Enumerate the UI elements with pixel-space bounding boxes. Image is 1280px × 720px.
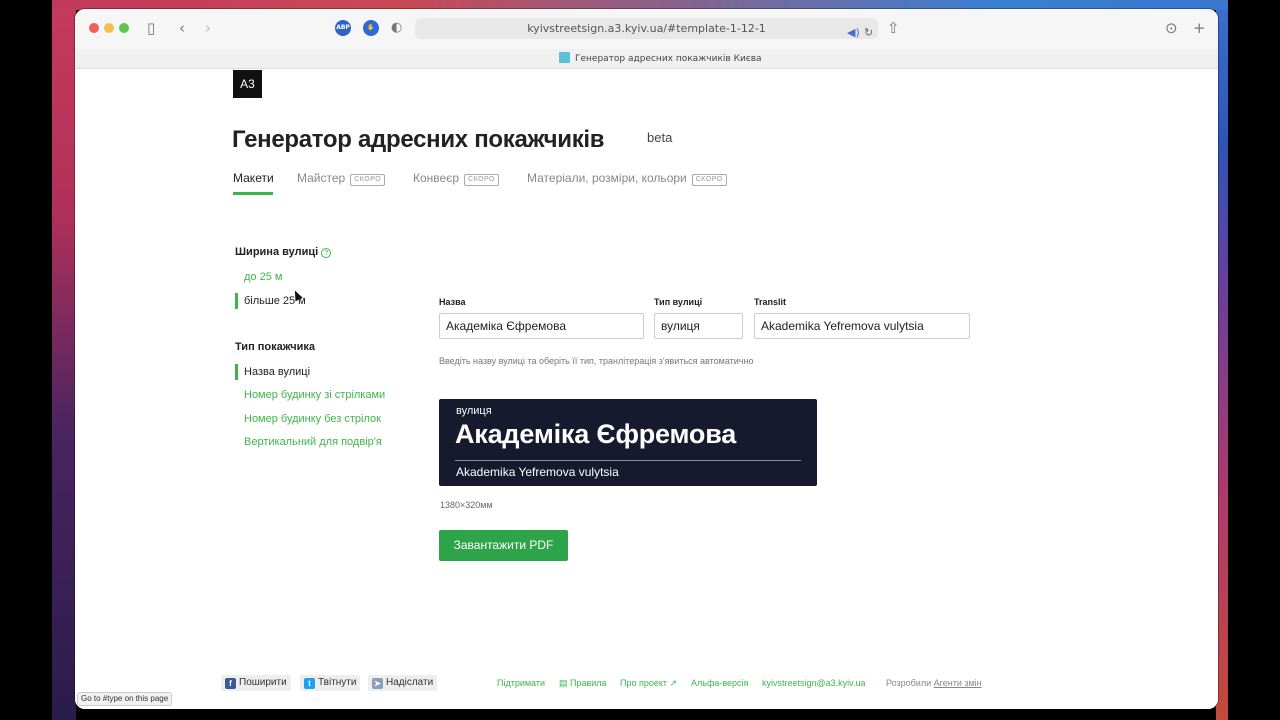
active-tab[interactable]: Генератор адресних покажчиків Києва	[559, 52, 762, 66]
browser-window: ▯ ‹ › ABP ✋ ◐ kyivstreetsign.a3.kyiv.ua/…	[75, 9, 1218, 709]
desktop: ▯ ‹ › ABP ✋ ◐ kyivstreetsign.a3.kyiv.ua/…	[0, 0, 1280, 720]
share-twitter-button[interactable]: t Твітнути	[300, 675, 361, 691]
tab-bar: Генератор адресних покажчиків Києва	[75, 49, 1218, 69]
type-option-vertical-yard[interactable]: Вертикальний для подвір'я	[244, 436, 382, 448]
footer-credits: Розробили Агенти змін	[886, 678, 982, 688]
share-icon[interactable]: ⇧	[887, 20, 900, 36]
status-bar: Go to #type on this page	[77, 692, 173, 706]
link-label: Правила	[570, 678, 607, 688]
tab-pipeline[interactable]: Конвеєр СКОРО	[413, 171, 499, 186]
street-type-input[interactable]: вулиця	[654, 313, 743, 339]
sign-preview: вулиця Академіка Єфремова Akademika Yefr…	[439, 399, 817, 486]
tab-label: Матеріали, розміри, кольори	[527, 171, 687, 185]
audio-icon[interactable]: ◀)	[847, 22, 860, 43]
sign-divider	[455, 460, 801, 461]
sign-translit: Akademika Yefremova vulytsia	[456, 465, 619, 479]
share-facebook-button[interactable]: f Поширити	[221, 675, 291, 691]
downloads-icon[interactable]: ⊙	[1165, 20, 1178, 36]
type-option-number-arrows[interactable]: Номер будинку зі стрілками	[244, 389, 385, 401]
page-title: Генератор адресних покажчиків	[232, 126, 605, 153]
soon-badge: СКОРО	[691, 174, 727, 186]
active-tab-underline	[233, 192, 273, 195]
street-width-heading: Ширина вулиці?	[235, 246, 332, 258]
tab-label: Конвеєр	[413, 171, 460, 185]
width-option-under-25[interactable]: до 25 м	[244, 271, 282, 283]
share-label: Надіслати	[386, 677, 434, 688]
beta-badge: beta	[647, 130, 673, 145]
tab-label: Макети	[233, 171, 274, 185]
fullscreen-window-button[interactable]	[119, 23, 129, 33]
telegram-icon: ➤	[372, 678, 383, 689]
tab-title: Генератор адресних покажчиків Києва	[575, 54, 762, 64]
favicon-icon	[559, 52, 570, 63]
type-option-number-no-arrows[interactable]: Номер будинку без стрілок	[244, 413, 381, 425]
tab-materials[interactable]: Матеріали, розміри, кольори СКОРО	[527, 171, 727, 186]
help-icon[interactable]: ?	[321, 248, 332, 258]
web-page: A3 Генератор адресних покажчиків beta Ма…	[75, 69, 1218, 709]
name-label: Назва	[439, 297, 466, 307]
sign-type-heading: Тип покажчика	[235, 341, 316, 353]
a3-logo[interactable]: A3	[233, 70, 262, 98]
type-option-street-name[interactable]: Назва вулиці	[244, 366, 310, 378]
new-tab-icon[interactable]: +	[1193, 20, 1206, 36]
share-telegram-button[interactable]: ➤ Надіслати	[368, 675, 438, 691]
selected-indicator	[235, 293, 238, 309]
back-icon[interactable]: ‹	[179, 20, 185, 36]
download-pdf-button[interactable]: Завантажити PDF	[439, 530, 568, 561]
footer-link-support[interactable]: Підтримати	[497, 678, 545, 688]
footer-link-email[interactable]: kyivstreetsign@a3.kyiv.ua	[762, 678, 866, 688]
pdf-icon: ▤	[559, 678, 571, 688]
blocker-extension-icon[interactable]: ✋	[363, 20, 379, 36]
privacy-shield-icon[interactable]: ◐	[391, 20, 402, 36]
adblock-extension-icon[interactable]: ABP	[335, 20, 351, 36]
heading-text: Ширина вулиці	[235, 246, 319, 258]
twitter-icon: t	[304, 678, 315, 689]
url-text: kyivstreetsign.a3.kyiv.ua/#template-1-12…	[527, 22, 766, 35]
sign-street-name: Академіка Єфремова	[455, 419, 737, 449]
tab-templates[interactable]: Макети	[233, 171, 274, 185]
footer-link-rules[interactable]: ▤ Правила	[559, 678, 607, 689]
reload-icon[interactable]: ↻	[864, 22, 873, 43]
sign-street-type: вулиця	[456, 405, 492, 417]
facebook-icon: f	[225, 678, 236, 689]
street-type-label: Тип вулиці	[654, 297, 703, 307]
soon-badge: СКОРО	[350, 174, 386, 186]
address-bar[interactable]: kyivstreetsign.a3.kyiv.ua/#template-1-12…	[415, 18, 878, 39]
forward-icon[interactable]: ›	[205, 20, 211, 36]
share-label: Твітнути	[318, 677, 357, 688]
share-label: Поширити	[239, 677, 287, 688]
form-hint: Введіть назву вулиці та оберіть її тип, …	[439, 356, 754, 366]
street-name-input[interactable]: Академіка Єфремова	[439, 313, 644, 339]
soon-badge: СКОРО	[464, 174, 499, 186]
browser-toolbar: ▯ ‹ › ABP ✋ ◐ kyivstreetsign.a3.kyiv.ua/…	[75, 9, 1218, 49]
selected-indicator	[235, 364, 238, 380]
close-window-button[interactable]	[89, 23, 99, 33]
sign-dimensions: 1380×320мм	[440, 500, 493, 510]
translit-label: Translit	[754, 297, 787, 307]
tab-label: Майстер	[297, 171, 346, 185]
translit-input[interactable]: Akademika Yefremova vulytsia	[754, 313, 970, 339]
footer-link-about[interactable]: Про проект ↗	[620, 678, 677, 689]
minimize-window-button[interactable]	[104, 23, 114, 33]
credits-link[interactable]: Агенти змін	[934, 678, 982, 688]
credits-prefix: Розробили	[886, 678, 932, 688]
wallpaper-left	[52, 0, 76, 720]
sidebar-toggle-icon[interactable]: ▯	[147, 20, 155, 36]
footer-link-alpha[interactable]: Альфа-версія	[691, 678, 748, 688]
tab-master[interactable]: Майстер СКОРО	[297, 171, 386, 186]
